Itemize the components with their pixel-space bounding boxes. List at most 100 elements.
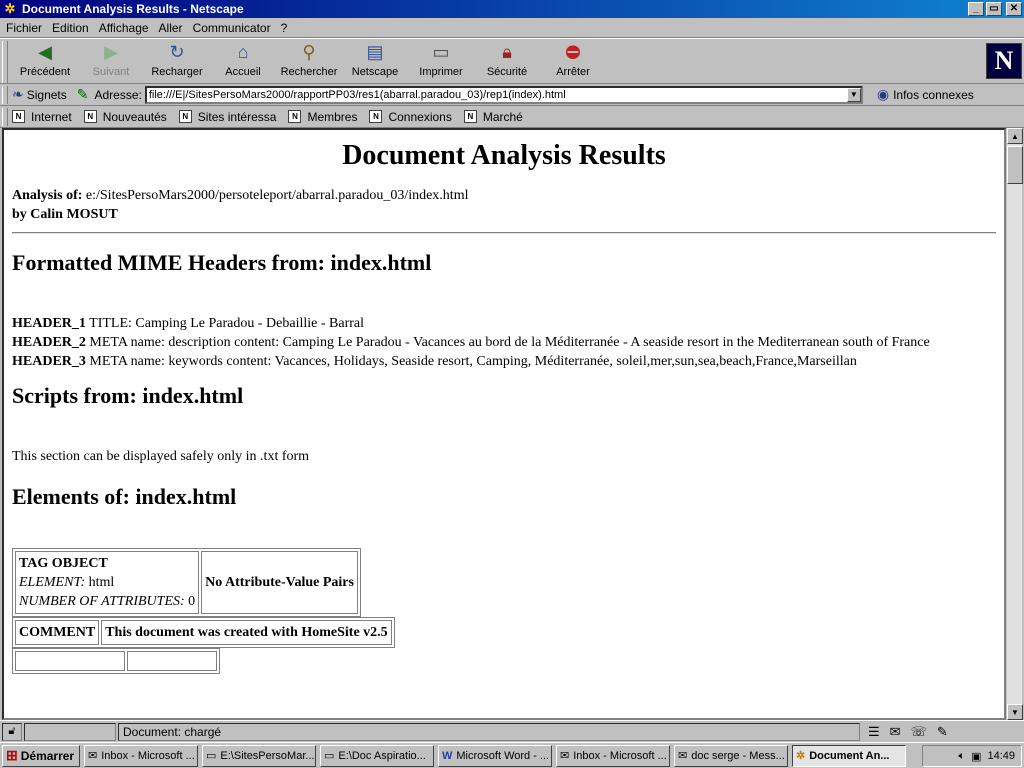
title-bar: ✲ Document Analysis Results - Netscape _… bbox=[0, 0, 1024, 18]
mail-icon[interactable]: ✉ bbox=[890, 724, 901, 740]
bookmark-page-icon: N bbox=[369, 110, 383, 123]
netscape-logo[interactable]: N bbox=[986, 43, 1022, 79]
maximize-button[interactable]: ▭ bbox=[986, 2, 1002, 16]
taskbar-item-folder-1[interactable]: ▭ E:\SitesPersoMar... bbox=[202, 744, 316, 767]
stop-icon: ⛔︎ bbox=[565, 41, 581, 62]
volume-icon[interactable]: 🔈︎ bbox=[958, 750, 965, 763]
close-button[interactable]: ✕ bbox=[1006, 2, 1022, 16]
folder-icon: ▭ bbox=[324, 750, 335, 762]
forward-arrow-icon: ▶ bbox=[104, 41, 118, 62]
scroll-thumb[interactable] bbox=[1007, 146, 1023, 184]
status-text: Document: chargé bbox=[118, 722, 860, 741]
address-label: Adresse: bbox=[94, 87, 142, 102]
stop-label: Arrêter bbox=[556, 66, 590, 78]
word-icon: W bbox=[442, 749, 453, 762]
vertical-scrollbar[interactable]: ▲ ▼ bbox=[1006, 128, 1023, 720]
personal-item-internet[interactable]: N Internet bbox=[12, 110, 72, 124]
status-bar: 🔓︎ Document: chargé ☰ ✉ ☏ ✎ bbox=[0, 720, 1024, 742]
personal-item-label: Sites intéressa bbox=[197, 109, 277, 124]
next-table-partial bbox=[12, 648, 220, 674]
taskbar-item-netscape[interactable]: ✲ Document An... bbox=[792, 744, 906, 767]
related-info-button[interactable]: ◉ Infos connexes bbox=[877, 86, 974, 103]
folder-icon: ▭ bbox=[206, 750, 217, 762]
bookmark-page-icon: N bbox=[83, 110, 97, 123]
personal-item-membres[interactable]: N Membres bbox=[288, 110, 357, 124]
netscape-button[interactable]: ▤ Netscape bbox=[342, 39, 408, 81]
num-attributes-label: NUMBER OF ATTRIBUTES: bbox=[19, 594, 185, 609]
taskbar-item-inbox-2[interactable]: ✉ Inbox - Microsoft ... bbox=[556, 744, 670, 767]
tag-object-table: TAG OBJECT ELEMENT: html NUMBER OF ATTRI… bbox=[12, 548, 361, 617]
personal-item-connexions[interactable]: N Connexions bbox=[369, 110, 452, 124]
task-label: doc serge - Mess... bbox=[691, 749, 785, 762]
taskbar-item-word[interactable]: W Microsoft Word - ... bbox=[438, 744, 552, 767]
personal-item-marche[interactable]: N Marché bbox=[463, 110, 523, 124]
reload-button[interactable]: ↻ Recharger bbox=[144, 39, 210, 81]
message-icon: ✉ bbox=[678, 750, 688, 762]
tag-object-cell: TAG OBJECT ELEMENT: html NUMBER OF ATTRI… bbox=[15, 551, 200, 614]
bookmark-page-icon: N bbox=[12, 110, 25, 123]
attribute-pairs-cell: No Attribute-Value Pairs bbox=[201, 551, 358, 614]
header-row: HEADER_3 META name: keywords content: Va… bbox=[12, 352, 996, 371]
header-value: TITLE: Camping Le Paradou - Debaillie - … bbox=[89, 316, 365, 331]
navigator-icon[interactable]: ☰ bbox=[868, 724, 880, 740]
location-grip[interactable] bbox=[2, 85, 8, 104]
comment-value: This document was created with HomeSite … bbox=[105, 625, 388, 640]
forward-button[interactable]: ▶ Suivant bbox=[78, 39, 144, 81]
start-label: Démarrer bbox=[20, 748, 75, 763]
back-label: Précédent bbox=[19, 66, 71, 78]
netscape-app-icon[interactable]: ✲ bbox=[2, 1, 18, 17]
page-content: Document Analysis Results Analysis of: e… bbox=[2, 128, 1006, 720]
page-proxy-icon[interactable]: ✎ bbox=[77, 86, 89, 103]
toolbar-grip[interactable] bbox=[2, 41, 8, 83]
clock[interactable]: 14:49 bbox=[987, 750, 1015, 762]
discussions-icon[interactable]: ☏ bbox=[911, 724, 927, 740]
start-button[interactable]: ⊞ Démarrer bbox=[2, 744, 80, 767]
stop-button[interactable]: ⛔︎ Arrêter bbox=[540, 39, 606, 81]
menu-edition[interactable]: Edition bbox=[52, 21, 89, 35]
progress-bar bbox=[24, 722, 116, 741]
composer-icon[interactable]: ✎ bbox=[937, 724, 948, 740]
minimize-button[interactable]: _ bbox=[968, 2, 984, 16]
back-button[interactable]: ◀ Précédent bbox=[12, 39, 78, 81]
header-value: META name: description content: Camping … bbox=[89, 335, 930, 350]
menu-affichage[interactable]: Affichage bbox=[99, 21, 149, 35]
personal-item-label: Internet bbox=[31, 109, 72, 124]
taskbar-item-folder-2[interactable]: ▭ E:\Doc Aspiratio... bbox=[320, 744, 434, 767]
url-field[interactable]: file:///E|/SitesPersoMars2000/rapportPP0… bbox=[144, 85, 863, 104]
bookmark-page-icon: N bbox=[288, 110, 302, 123]
reload-icon: ↻ bbox=[169, 41, 185, 62]
location-bar: ❧ Signets ✎ Adresse: file:///E|/SitesPer… bbox=[0, 84, 1024, 106]
no-pairs-text: No Attribute-Value Pairs bbox=[205, 575, 354, 590]
network-icon[interactable]: ▣ bbox=[971, 750, 981, 763]
menu-help[interactable]: ? bbox=[281, 21, 288, 35]
security-status-icon[interactable]: 🔓︎ bbox=[2, 722, 22, 741]
scroll-down-button[interactable]: ▼ bbox=[1007, 704, 1023, 720]
personal-item-sites[interactable]: N Sites intéressa bbox=[178, 109, 277, 124]
home-icon: ⌂ bbox=[237, 41, 249, 62]
headers-heading: Formatted MIME Headers from: index.html bbox=[12, 250, 432, 275]
search-label: Rechercher bbox=[280, 66, 338, 78]
security-button[interactable]: 🔒︎ Sécurité bbox=[474, 39, 540, 81]
comment-value-cell: This document was created with HomeSite … bbox=[101, 620, 392, 645]
bookmarks-label: Signets bbox=[26, 87, 67, 102]
url-dropdown-button[interactable]: ▼ bbox=[846, 87, 861, 102]
scroll-up-button[interactable]: ▲ bbox=[1007, 128, 1023, 144]
personal-item-nouveautes[interactable]: N Nouveautés bbox=[83, 110, 167, 124]
taskbar-item-message[interactable]: ✉ doc serge - Mess... bbox=[674, 744, 788, 767]
num-attributes-value: 0 bbox=[188, 594, 196, 609]
comment-table: COMMENT This document was created with H… bbox=[12, 617, 395, 648]
analysis-line: Analysis of: e:/SitesPersoMars2000/perso… bbox=[12, 186, 996, 205]
home-button[interactable]: ⌂ Accueil bbox=[210, 39, 276, 81]
personal-grip[interactable] bbox=[2, 107, 8, 126]
taskbar-item-inbox-1[interactable]: ✉ Inbox - Microsoft ... bbox=[84, 744, 198, 767]
bookmark-page-icon: N bbox=[463, 110, 477, 123]
menu-communicator[interactable]: Communicator bbox=[193, 21, 271, 35]
menu-fichier[interactable]: Fichier bbox=[6, 21, 42, 35]
menu-aller[interactable]: Aller bbox=[159, 21, 183, 35]
tag-object-label: TAG OBJECT bbox=[19, 556, 108, 571]
search-button[interactable]: ⚲ Rechercher bbox=[276, 39, 342, 81]
print-button[interactable]: ▭ Imprimer bbox=[408, 39, 474, 81]
bookmarks-button[interactable]: ❧ Signets bbox=[12, 86, 67, 103]
